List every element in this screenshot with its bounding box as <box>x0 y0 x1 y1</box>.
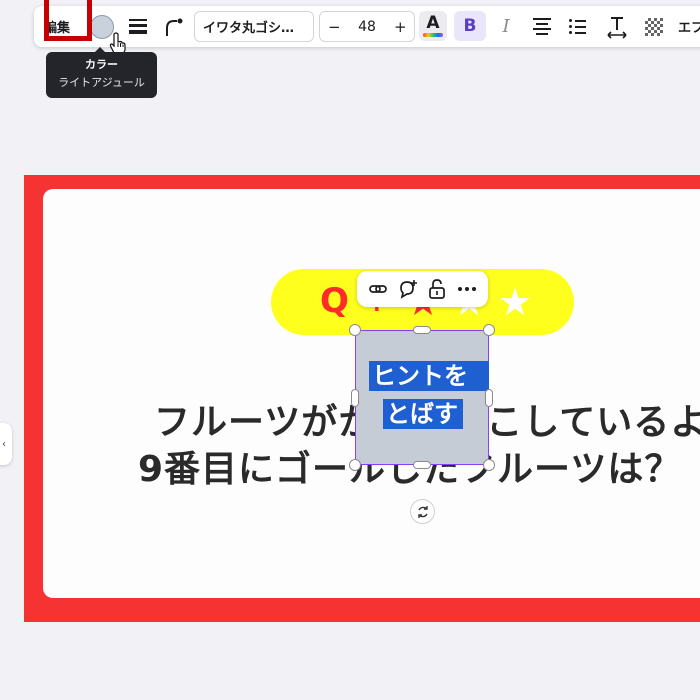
font-size-increase-button[interactable]: + <box>394 18 407 36</box>
text-toolbar: 編集 イワタ丸ゴシ… − 48 + A B I エフ <box>34 6 700 47</box>
rotate-icon <box>417 505 428 518</box>
resize-handle-bottom[interactable] <box>413 461 431 469</box>
font-size-stepper: − 48 + <box>319 11 415 42</box>
resize-handle-bottom-right[interactable] <box>483 459 495 471</box>
spacing-button[interactable] <box>602 6 632 47</box>
border-style-button[interactable] <box>126 6 150 47</box>
color-tooltip: カラー ライトアジュール <box>46 47 157 98</box>
corner-rounding-icon <box>166 18 183 36</box>
transparency-button[interactable] <box>640 6 668 47</box>
rotate-handle[interactable] <box>410 499 435 524</box>
link-icon[interactable] <box>366 277 390 301</box>
font-size-decrease-button[interactable]: − <box>328 18 341 36</box>
resize-handle-left[interactable] <box>351 389 359 407</box>
selected-text-box[interactable] <box>355 330 489 465</box>
quiz-letter: Q <box>320 281 349 321</box>
comment-add-icon[interactable] <box>396 277 420 301</box>
star-white-icon: ★ <box>498 280 533 324</box>
transparency-icon <box>645 17 663 36</box>
resize-handle-bottom-left[interactable] <box>349 459 361 471</box>
resize-handle-top-right[interactable] <box>483 324 495 336</box>
lock-icon[interactable] <box>425 277 449 301</box>
rainbow-bar-icon <box>423 33 443 37</box>
text-align-button[interactable] <box>528 6 556 47</box>
spacing-icon <box>607 16 627 39</box>
more-icon[interactable] <box>455 277 479 301</box>
resize-handle-right[interactable] <box>485 389 493 407</box>
text-color-letter: A <box>426 13 440 33</box>
chevron-left-icon: ‹ <box>2 438 6 450</box>
resize-handle-top-left[interactable] <box>349 324 361 336</box>
side-panel-toggle[interactable]: ‹ <box>0 423 12 465</box>
tooltip-title: カラー <box>85 58 118 71</box>
tooltip-color-name: ライトアジュール <box>58 76 145 89</box>
list-button[interactable] <box>564 6 592 47</box>
element-context-menu <box>357 271 488 307</box>
effects-button[interactable]: エフ <box>678 6 700 47</box>
font-size-input[interactable]: 48 <box>358 19 376 35</box>
selected-text-line-2[interactable]: とばす <box>383 399 463 429</box>
selected-text-line-1[interactable]: ヒントを <box>369 361 489 391</box>
text-color-button[interactable]: A <box>419 11 447 41</box>
corner-rounding-button[interactable] <box>158 6 190 47</box>
italic-button[interactable]: I <box>492 6 520 47</box>
font-family-select[interactable]: イワタ丸ゴシ… <box>194 11 314 42</box>
resize-handle-top[interactable] <box>413 326 431 334</box>
bold-button[interactable]: B <box>454 11 486 41</box>
edit-label[interactable]: 編集 <box>44 6 70 47</box>
